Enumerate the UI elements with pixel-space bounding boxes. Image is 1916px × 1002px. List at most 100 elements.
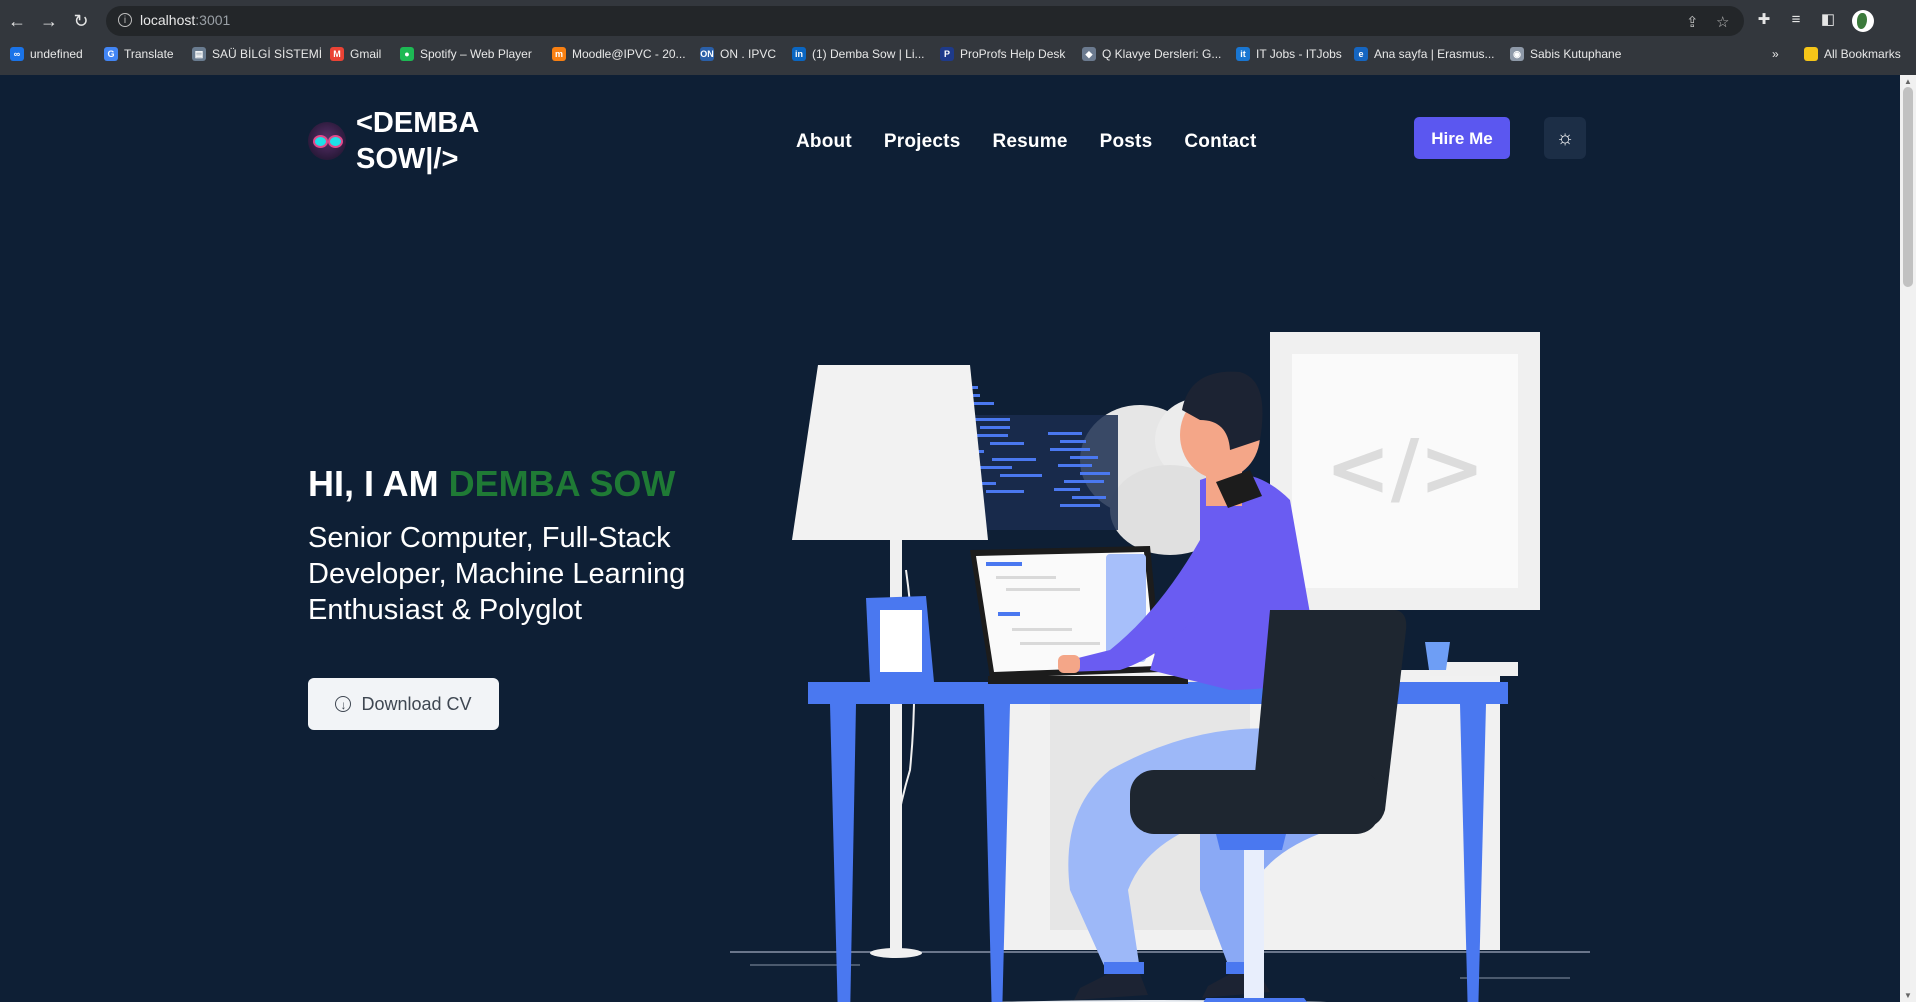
url-host: localhost [140,12,196,28]
side-panel-icon[interactable]: ◧ [1818,10,1838,30]
toolbar: ← → ↻ i localhost:3001 ⇪ ☆ ✚ ≡ ◧ [0,0,1916,42]
bookmark-favicon-icon: P [940,47,954,61]
download-icon: ↓ [335,696,352,712]
hero-heading: HI, I AM DEMBA SOW [308,463,675,505]
scrollbar-thumb[interactable] [1903,87,1913,287]
bookmark-favicon-icon: ● [400,47,414,61]
desk-leg-3 [1460,704,1486,1002]
developer-at-desk-illustration: </> [730,332,1590,1002]
download-cv-button[interactable]: ↓ Download CV [308,678,499,730]
hero-subtitle: Senior Computer, Full-Stack Developer, M… [308,522,686,626]
desk-leg-1 [830,704,856,1002]
desk-leg-2 [984,704,1010,1002]
theme-toggle-sun-icon[interactable]: ☼ [1544,117,1586,159]
bookmark-label: ON . IPVC [720,47,777,61]
bookmark-label: Sabis Kutuphane [1530,47,1622,61]
logo-text: <DEMBA SOW|/> [356,105,506,177]
person-hand [1058,655,1080,673]
bookmark-item[interactable]: e Ana sayfa | Erasmus... [1354,47,1495,61]
hero-name: DEMBA SOW [448,463,676,504]
desk-top [808,682,1508,704]
site-logo[interactable]: <DEMBA SOW|/> [308,105,506,177]
bookmark-favicon-icon: ◆ [1082,47,1096,61]
bookmark-label: (1) Demba Sow | Li... [812,47,925,61]
url-text[interactable]: localhost:3001 [140,12,230,28]
cup [1425,642,1450,670]
bookmark-item[interactable]: ▤ SAÜ BİLGİ SİSTEMİ [192,47,322,61]
bookmark-favicon-icon: in [792,47,806,61]
bookmark-label: undefined [30,47,83,61]
bookmark-favicon-icon: M [330,47,344,61]
bookmark-label: Q Klavye Dersleri: G... [1102,47,1222,61]
nav-resume[interactable]: Resume [992,131,1067,153]
bookmark-label: Spotify – Web Player [420,47,532,61]
bookmark-item[interactable]: in (1) Demba Sow | Li... [792,47,925,61]
page-viewport: <DEMBA SOW|/> About Projects Resume Post… [0,75,1900,1002]
logo-line-1: <DEMBA [356,107,480,139]
hero-greeting: HI, I AM [308,463,449,504]
bookmark-item[interactable]: m Moodle@IPVC - 20... [552,47,686,61]
shoe-1 [1074,974,1148,1000]
bookmark-favicon-icon: m [552,47,566,61]
bookmark-favicon-icon: ON [700,47,714,61]
nav-projects[interactable]: Projects [884,131,961,153]
bookmarks-overflow-chevron-icon[interactable]: » [1772,47,1779,61]
cuff-1 [1104,962,1144,974]
profile-avatar-icon[interactable] [1852,10,1874,32]
bookmark-favicon-icon: ▤ [192,47,206,61]
url-port: :3001 [195,12,231,28]
download-cv-label: Download CV [361,693,472,714]
site-info-icon[interactable]: i [118,13,132,27]
bookmarks-bar: ∞ undefined G Translate ▤ SAÜ BİLGİ SİSTEMİ M G… [0,44,1916,66]
share-icon[interactable]: ⇪ [1686,13,1699,31]
hire-me-button[interactable]: Hire Me [1414,117,1510,159]
bookmark-label: IT Jobs - ITJobs [1256,47,1342,61]
bookmark-item[interactable]: ◆ Q Klavye Dersleri: G... [1082,47,1221,61]
browser-chrome: ← → ↻ i localhost:3001 ⇪ ☆ ✚ ≡ ◧ ∞ undefi… [0,0,1916,75]
lamp-shade [792,365,988,540]
main-nav: About Projects Resume Posts Contact [796,131,1256,153]
scroll-down-icon[interactable]: ▼ [1904,991,1912,1000]
back-icon[interactable]: ← [6,10,28,32]
logo-avatar-icon [308,122,346,160]
bookmark-label: Ana sayfa | Erasmus... [1374,47,1495,61]
all-bookmarks-folder[interactable]: All Bookmarks [1804,47,1901,61]
chair-post [1244,850,1264,1000]
address-bar[interactable]: i localhost:3001 ⇪ ☆ [106,6,1744,36]
bookmark-star-icon[interactable]: ☆ [1716,13,1729,31]
bookmark-favicon-icon: ∞ [10,47,24,61]
folder-icon [1804,47,1818,61]
reading-list-icon[interactable]: ≡ [1786,10,1806,30]
forward-icon[interactable]: → [38,10,60,32]
bookmark-item[interactable]: ∞ undefined [10,47,83,61]
bookmark-label: ProProfs Help Desk [960,47,1066,61]
photo-frame-inner [880,610,922,672]
nav-posts[interactable]: Posts [1100,131,1153,153]
bookmark-item[interactable]: it IT Jobs - ITJobs [1236,47,1342,61]
nav-about[interactable]: About [796,131,852,153]
reload-icon[interactable]: ↻ [70,10,92,32]
laptop-base [988,676,1188,684]
nav-contact[interactable]: Contact [1184,131,1256,153]
bookmark-favicon-icon: ◉ [1510,47,1524,61]
bookmark-favicon-icon: G [104,47,118,61]
monitor-code-text: </> [1325,424,1484,514]
bookmark-item[interactable]: G Translate [104,47,174,61]
bookmark-item[interactable]: P ProProfs Help Desk [940,47,1065,61]
bookmark-item[interactable]: ● Spotify – Web Player [400,47,532,61]
bookmark-label: Translate [124,47,174,61]
bookmark-item[interactable]: M Gmail [330,47,381,61]
lamp-base [870,948,922,958]
bookmark-item[interactable]: ON ON . IPVC [700,47,776,61]
page-scrollbar[interactable]: ▲ ▼ [1900,75,1916,1002]
bookmark-label: Moodle@IPVC - 20... [572,47,686,61]
chair-mount [1216,834,1286,850]
bookmark-item[interactable]: ◉ Sabis Kutuphane [1510,47,1621,61]
scroll-up-icon[interactable]: ▲ [1904,77,1912,86]
bookmark-label: SAÜ BİLGİ SİSTEMİ [212,47,323,61]
chair-seat [1130,770,1380,834]
extensions-icon[interactable]: ✚ [1754,10,1774,30]
chair-base [1203,998,1307,1002]
bookmark-favicon-icon: it [1236,47,1250,61]
bookmark-favicon-icon: e [1354,47,1368,61]
